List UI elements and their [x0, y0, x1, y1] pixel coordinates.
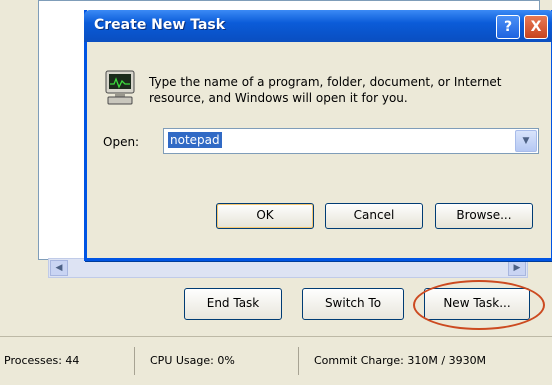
help-icon[interactable]: ?: [496, 15, 520, 39]
highlight-ring: [413, 280, 545, 330]
cancel-button[interactable]: Cancel: [325, 203, 423, 229]
processes-count: Processes: 44: [4, 354, 80, 367]
dialog-description: Type the name of a program, folder, docu…: [149, 75, 502, 105]
open-input-value[interactable]: notepad: [168, 132, 222, 148]
horizontal-scrollbar[interactable]: ◀ ▶: [48, 258, 528, 278]
open-label: Open:: [103, 135, 140, 149]
status-bar: Processes: 44 CPU Usage: 0% Commit Charg…: [0, 336, 552, 385]
scroll-right-icon[interactable]: ▶: [508, 260, 526, 276]
dialog-titlebar[interactable]: Create New Task ? X: [84, 10, 552, 42]
cpu-usage: CPU Usage: 0%: [150, 354, 235, 367]
create-new-task-dialog: Create New Task ? X Type the name of a p…: [84, 10, 552, 261]
status-separator: [298, 347, 299, 375]
chevron-down-icon[interactable]: ▼: [515, 130, 537, 152]
status-separator: [134, 347, 135, 375]
dialog-title: Create New Task: [94, 17, 226, 33]
commit-charge: Commit Charge: 310M / 3930M: [314, 354, 487, 367]
browse-button[interactable]: Browse...: [435, 203, 533, 229]
ok-button[interactable]: OK: [216, 203, 314, 229]
scroll-left-icon[interactable]: ◀: [50, 260, 68, 276]
switch-to-button[interactable]: Switch To: [302, 288, 404, 320]
program-icon: [105, 70, 135, 105]
open-input[interactable]: notepad ▼: [163, 128, 539, 154]
end-task-button[interactable]: End Task: [184, 288, 282, 320]
close-icon[interactable]: X: [524, 15, 548, 39]
